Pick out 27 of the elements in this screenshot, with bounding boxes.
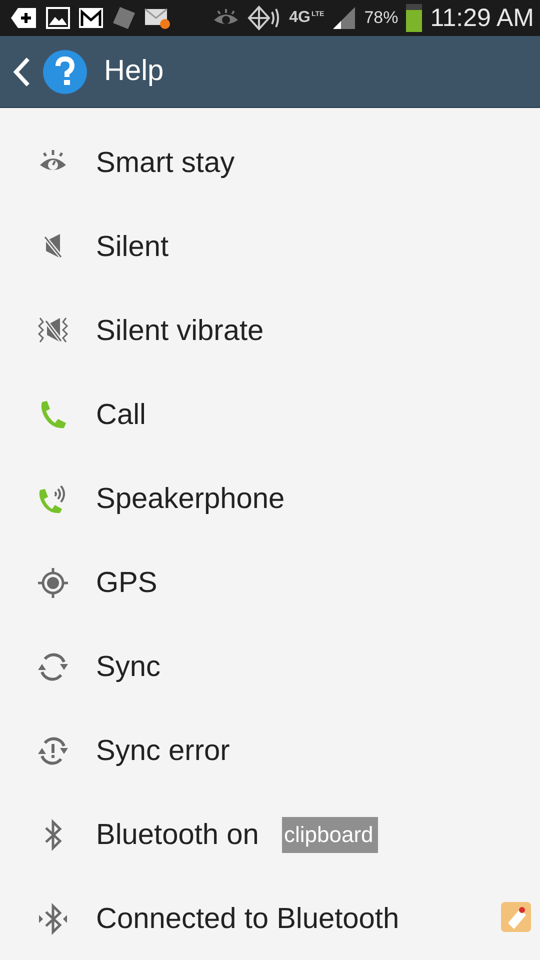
help-topic[interactable]: Sync error bbox=[0, 709, 230, 793]
help-topic[interactable]: Silent bbox=[0, 205, 169, 289]
toast-message: clipboard bbox=[282, 817, 378, 853]
envelope-icon bbox=[144, 6, 172, 30]
help-topic[interactable]: Speakerphone bbox=[0, 457, 285, 541]
image-icon bbox=[46, 6, 70, 30]
signal-wave-icon bbox=[247, 5, 282, 31]
gps-icon bbox=[36, 566, 70, 600]
app-shortcut-icon[interactable] bbox=[500, 901, 532, 933]
help-icon bbox=[42, 48, 88, 94]
help-topic[interactable]: Bluetooth on bbox=[0, 793, 259, 877]
signal-icon bbox=[332, 6, 356, 30]
help-topic[interactable]: Smart stay bbox=[0, 121, 235, 205]
battery-icon bbox=[406, 4, 422, 32]
clock: 11:29 AM bbox=[430, 4, 534, 32]
help-topic[interactable]: GPS bbox=[0, 541, 158, 625]
help-topic[interactable]: Call bbox=[0, 373, 146, 457]
help-topic[interactable]: Silent vibrate bbox=[0, 289, 264, 373]
screen-title: Help bbox=[104, 55, 164, 88]
help-topic[interactable]: Connected to Bluetooth bbox=[0, 877, 400, 960]
back-button[interactable] bbox=[12, 56, 32, 88]
bluetooth-connected-icon bbox=[36, 902, 70, 936]
mail-icon bbox=[78, 7, 104, 29]
help-topic[interactable]: Sync bbox=[0, 625, 160, 709]
network-type: 4G bbox=[289, 9, 310, 27]
add-icon bbox=[10, 6, 38, 30]
battery-percentage: 78% bbox=[364, 8, 398, 28]
